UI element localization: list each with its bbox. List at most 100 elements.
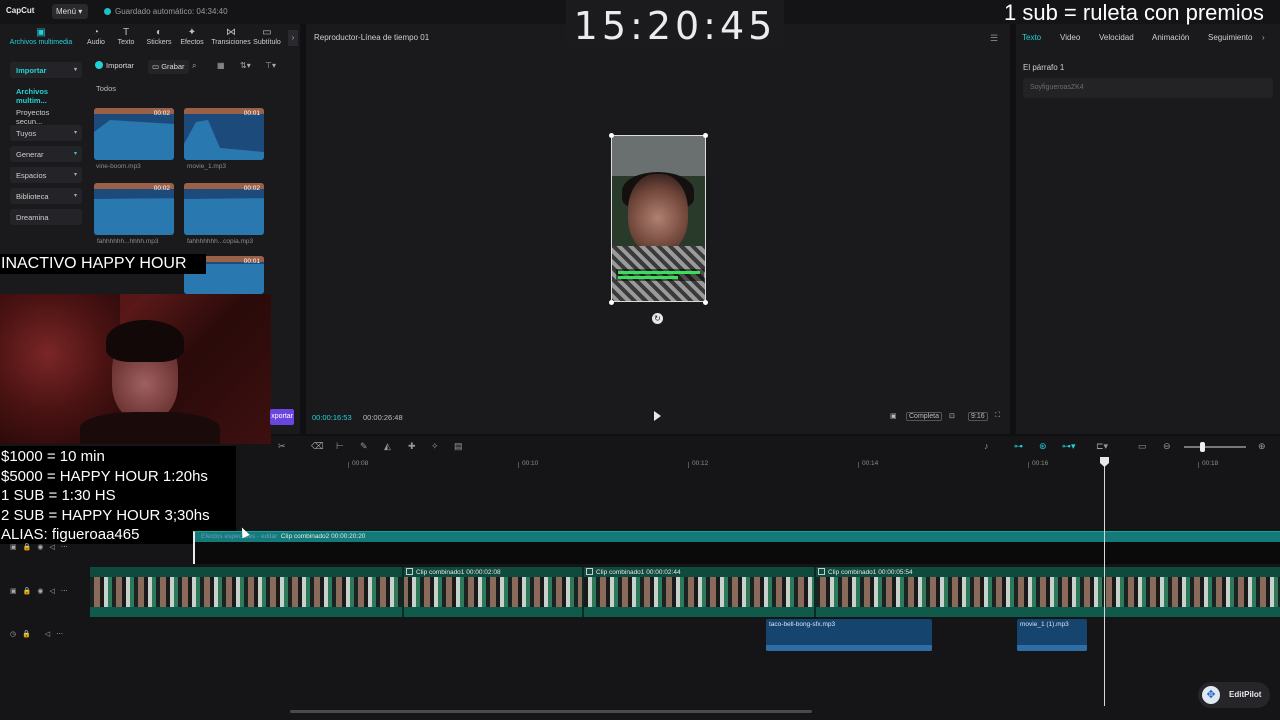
resize-handle-icon[interactable] <box>609 300 614 305</box>
quality-select[interactable]: Completa <box>906 412 942 421</box>
clip-icon <box>818 568 825 575</box>
import-button[interactable]: Importar <box>95 61 134 70</box>
caption-track-icon[interactable]: ▭ <box>1138 441 1147 452</box>
split-icon[interactable]: ✂ <box>278 441 286 452</box>
microphone-icon[interactable]: ♪ <box>984 441 989 451</box>
ruler-tick: 00:16 <box>1027 460 1049 468</box>
resize-handle-icon[interactable] <box>703 300 708 305</box>
magic-icon[interactable]: ✧ <box>431 441 439 452</box>
media-thumb[interactable]: 00:01 <box>184 108 264 160</box>
sidenav-media[interactable]: Archivos multim... <box>10 83 82 105</box>
zoom-out-icon[interactable]: ⊖ <box>1163 441 1171 452</box>
audio-clip[interactable]: taco-bell-bong-sfx.mp3 <box>766 619 932 651</box>
chevron-down-icon: ▾ <box>73 130 77 136</box>
donation-line: 2 SUB = HAPPY HOUR 3;30hs <box>1 506 210 524</box>
filter-icon[interactable]: ⊤▾ <box>265 61 276 70</box>
sidenav-projects[interactable]: Proyectos secun... <box>10 104 82 126</box>
preview-axis-icon[interactable]: ⊏▾ <box>1096 441 1108 452</box>
fullscreen-icon[interactable]: ⛶ <box>995 412 1000 420</box>
tool-media[interactable]: ▣ Archivos multimedia <box>4 27 78 46</box>
paragraph-label: El párrafo 1 <box>1023 63 1065 72</box>
sidenav-spaces[interactable]: Espacios ▾ <box>10 167 82 183</box>
text-input[interactable]: SoyfigueroasZK4 <box>1023 78 1273 98</box>
editpilot-button[interactable]: ✥ EditPilot <box>1198 682 1270 708</box>
app-logo: CapCut <box>6 6 35 15</box>
sidenav-library[interactable]: Biblioteca ▾ <box>10 188 82 204</box>
video-clip-label: Clip combinado1 00:00:02:44 <box>586 568 681 576</box>
sidenav-generate[interactable]: Generar ▾ <box>10 146 82 162</box>
edit-icon[interactable]: ✎ <box>360 441 368 452</box>
tab-video[interactable]: Video <box>1060 33 1080 42</box>
autosave-icon <box>104 8 111 15</box>
link-audio-icon[interactable]: ⊶▾ <box>1062 441 1076 452</box>
zoom-in-icon[interactable]: ⊕ <box>1258 441 1266 452</box>
resize-handle-icon[interactable] <box>609 133 614 138</box>
inactivo-label: INACTIVO HAPPY HOUR <box>0 254 206 274</box>
media-thumb[interactable]: 00:02 <box>94 108 174 160</box>
plus-icon <box>95 61 103 69</box>
resize-handle-icon[interactable] <box>703 133 708 138</box>
ruler-tick: 00:08 <box>347 460 369 468</box>
play-icon[interactable] <box>654 411 661 421</box>
ratio-select[interactable]: 9:16 <box>968 412 988 421</box>
tab-tracking[interactable]: Seguimiento <box>1208 33 1256 42</box>
video-preview[interactable] <box>611 135 706 302</box>
track-controls-audio[interactable]: ◷🔒 ◁⋯ <box>10 630 69 638</box>
delete-icon[interactable]: ⌫ <box>311 441 324 452</box>
media-thumb[interactable]: 00:02 <box>94 183 174 235</box>
ruler-tick: 00:10 <box>517 460 539 468</box>
fx-label: Efectos especiales - editar <box>201 533 278 540</box>
fit-icon[interactable]: ▣ <box>890 412 897 420</box>
track-controls-video[interactable]: ▣🔒◉◁⋯ <box>10 587 74 595</box>
video-clip-label: Clip combinado1 00:00:02:08 <box>406 568 501 576</box>
timeline-scrollbar[interactable] <box>290 710 812 713</box>
crop-icon[interactable]: ⊡ <box>949 412 955 420</box>
search-icon[interactable]: ⌕ <box>192 61 196 71</box>
menu-button[interactable]: Menú ▾ <box>52 4 88 19</box>
stream-clock: 15:20:45 <box>566 0 784 48</box>
clip-icon <box>406 568 413 575</box>
audio-clip[interactable]: movie_1 (1).mp3 <box>1017 619 1087 651</box>
zoom-slider-knob[interactable] <box>1200 442 1205 452</box>
media-name: movie_1.mp3 <box>187 163 227 170</box>
tab-text[interactable]: Texto <box>1022 33 1041 42</box>
webcam-feed <box>0 294 271 444</box>
menu-label: Menú <box>56 7 77 16</box>
text-clip[interactable]: Efectos especiales - editar Clip combina… <box>193 531 1280 564</box>
freeze-icon[interactable]: ✚ <box>408 441 416 452</box>
time-total: 00:00:26:48 <box>363 413 403 422</box>
time-current: 00:00:16:53 <box>312 413 352 422</box>
subtitle-icon: ▭ <box>262 27 272 38</box>
zoom-slider[interactable] <box>1184 446 1246 448</box>
autosave-status: Guardado automático: 04:34:40 <box>104 7 228 16</box>
export-button[interactable]: Exportar <box>270 409 294 425</box>
snap-icon[interactable]: ⊛ <box>1039 441 1047 452</box>
caption-icon[interactable]: ▤ <box>454 441 463 452</box>
player-menu-icon[interactable]: ☰ <box>990 33 998 44</box>
sidenav-import[interactable]: Importar ▾ <box>10 62 82 78</box>
tabs-scroll-right-icon[interactable]: › <box>1262 33 1265 42</box>
media-thumb[interactable]: 00:02 <box>184 183 264 235</box>
sidenav-yours[interactable]: Tuyos ▾ <box>10 125 82 141</box>
media-icon: ▣ <box>36 27 46 38</box>
media-name: fahhhhhhh...copia.mp3 <box>187 238 254 245</box>
grid-view-icon[interactable]: ▦ <box>217 61 225 70</box>
tab-speed[interactable]: Velocidad <box>1099 33 1134 42</box>
record-button[interactable]: ▭ Grabar <box>148 60 189 74</box>
tab-animation[interactable]: Animación <box>1152 33 1189 42</box>
clip-label: Clip combinado2 00:00:20:20 <box>280 533 366 540</box>
video-track[interactable]: Clip combinado1 00:00:02:08 Clip combina… <box>90 567 1280 617</box>
trim-icon[interactable]: ⊢ <box>336 441 344 452</box>
sort-icon[interactable]: ⇅▾ <box>240 61 251 70</box>
player-title: Reproductor-Línea de tiempo 01 <box>314 33 430 42</box>
sidenav-dreamina[interactable]: Dreamina <box>10 209 82 225</box>
mirror-icon[interactable]: ◭ <box>384 441 391 452</box>
track-controls-text[interactable]: ▣🔒◉◁⋯ <box>10 543 74 551</box>
tool-subtitles[interactable]: ▭ Subtítulo <box>248 27 286 46</box>
tools-scroll-right-icon[interactable]: › <box>288 30 298 46</box>
playhead[interactable] <box>1104 460 1105 706</box>
chevron-down-icon: ▾ <box>73 172 77 178</box>
sub-banner: 1 sub = ruleta con premios <box>1004 0 1264 25</box>
link-main-icon[interactable]: ⊶ <box>1014 441 1023 452</box>
rotate-icon[interactable]: ↻ <box>652 313 663 324</box>
